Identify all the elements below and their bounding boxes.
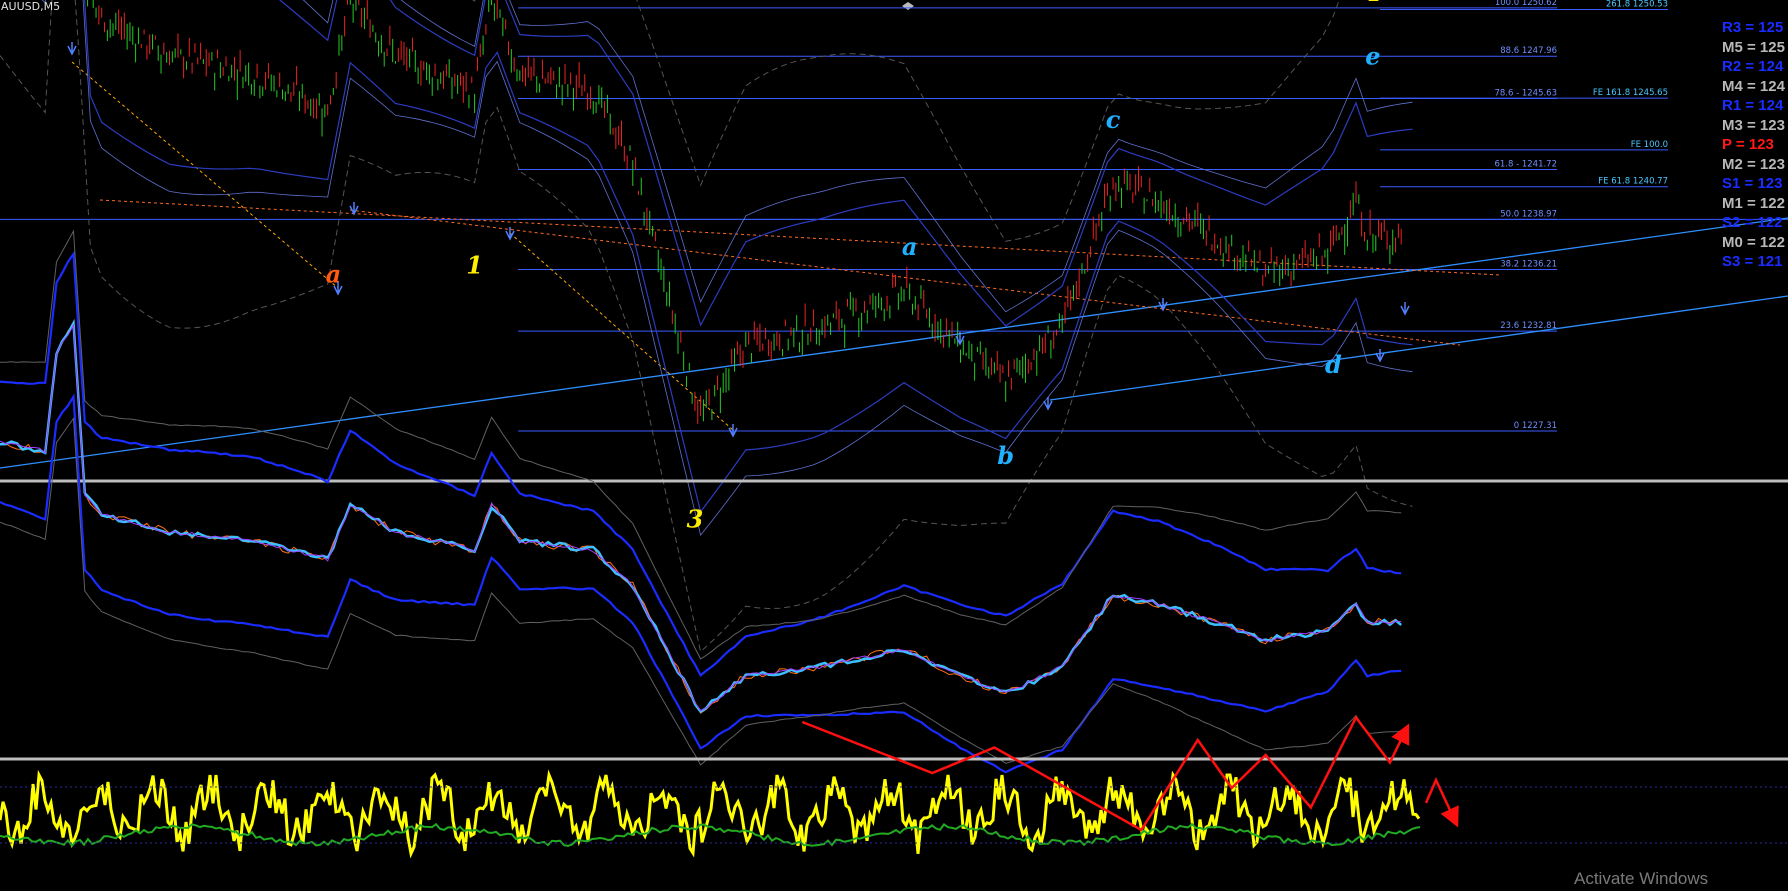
envelope-band — [279, 0, 1413, 327]
top-marker-icon — [902, 2, 914, 10]
pivot-level: R2 = 124 — [1722, 58, 1784, 75]
arrow-down-icon — [349, 202, 359, 216]
activate-windows-watermark: Activate Windows — [1574, 869, 1709, 888]
pivot-level: M5 = 125 — [1722, 38, 1785, 56]
arrow-down-icon — [728, 424, 738, 438]
pivot-level: P = 123 — [1722, 136, 1774, 153]
projection-arrow — [1424, 776, 1459, 828]
pivot-level: M4 = 124 — [1722, 77, 1785, 95]
symbol-label: AUUSD,M5 — [1, 0, 61, 13]
pivot-level: M2 = 123 — [1722, 155, 1785, 173]
fib-level-label: 100.0 1250.62 — [1495, 0, 1557, 8]
arrow-down-icon — [1375, 349, 1385, 363]
pivot-level: S3 = 121 — [1722, 253, 1783, 270]
main-price-panel: 200 - 1273.93161.8 - 1265.03138.2 - 1259… — [0, 0, 1788, 653]
chart-canvas[interactable]: 200 - 1273.93161.8 - 1265.03138.2 - 1259… — [0, 0, 1788, 891]
envelope-band — [0, 0, 1413, 653]
fib-level-label: 0 1227.31 — [1514, 421, 1557, 431]
pivot-level: S2 = 122 — [1722, 214, 1783, 231]
fib-level-label: 78.6 - 1245.63 — [1494, 88, 1557, 98]
envelope-band — [302, 0, 1413, 313]
oscillator-panel — [0, 715, 1788, 859]
pivot-level: R3 = 125 — [1722, 19, 1784, 36]
envelope-band — [471, 0, 1340, 242]
arrow-down-icon — [67, 42, 77, 56]
envelope-band — [84, 0, 1413, 514]
envelope-band — [41, 0, 1413, 536]
wave-label: a — [326, 259, 342, 288]
pivot-level: S1 = 123 — [1722, 175, 1783, 192]
pivot-level: M0 = 122 — [1722, 233, 1785, 251]
fe-level-label: 261.8 1250.53 — [1606, 0, 1668, 10]
wave-label: d — [1325, 350, 1342, 379]
fib-level-label: 50.0 1238.97 — [1500, 209, 1557, 219]
pivot-level: R1 = 124 — [1722, 97, 1784, 114]
wave-label: 4 — [1365, 0, 1382, 7]
wave-label: c — [1106, 105, 1121, 134]
trend-line — [1049, 295, 1788, 401]
wave-label: a — [902, 232, 918, 261]
arrow-down-icon — [1400, 302, 1410, 316]
arrow-down-icon — [1043, 397, 1053, 411]
fe-level-label: FE 61.8 1240.77 — [1598, 177, 1668, 187]
pivot-level: M3 = 123 — [1722, 116, 1785, 134]
wave-label: e — [1365, 42, 1380, 71]
fe-level-label: FE 100.0 — [1631, 140, 1668, 150]
wave-label: b — [997, 441, 1014, 470]
wave-label: 1 — [466, 250, 483, 279]
wave-label: 3 — [687, 504, 704, 533]
fib-level-label: 61.8 - 1241.72 — [1494, 159, 1557, 169]
fib-level-label: 38.2 1236.21 — [1500, 259, 1557, 269]
pivot-level: M1 = 122 — [1722, 194, 1785, 212]
fe-level-label: FE 161.8 1245.65 — [1593, 88, 1668, 98]
fib-level-label: 88.6 1247.96 — [1500, 46, 1557, 56]
pivot-levels: R3 = 125 M5 = 125 R2 = 124 M4 = 124 R1 = 124… — [1718, 18, 1788, 272]
indicator-line — [0, 229, 1402, 660]
